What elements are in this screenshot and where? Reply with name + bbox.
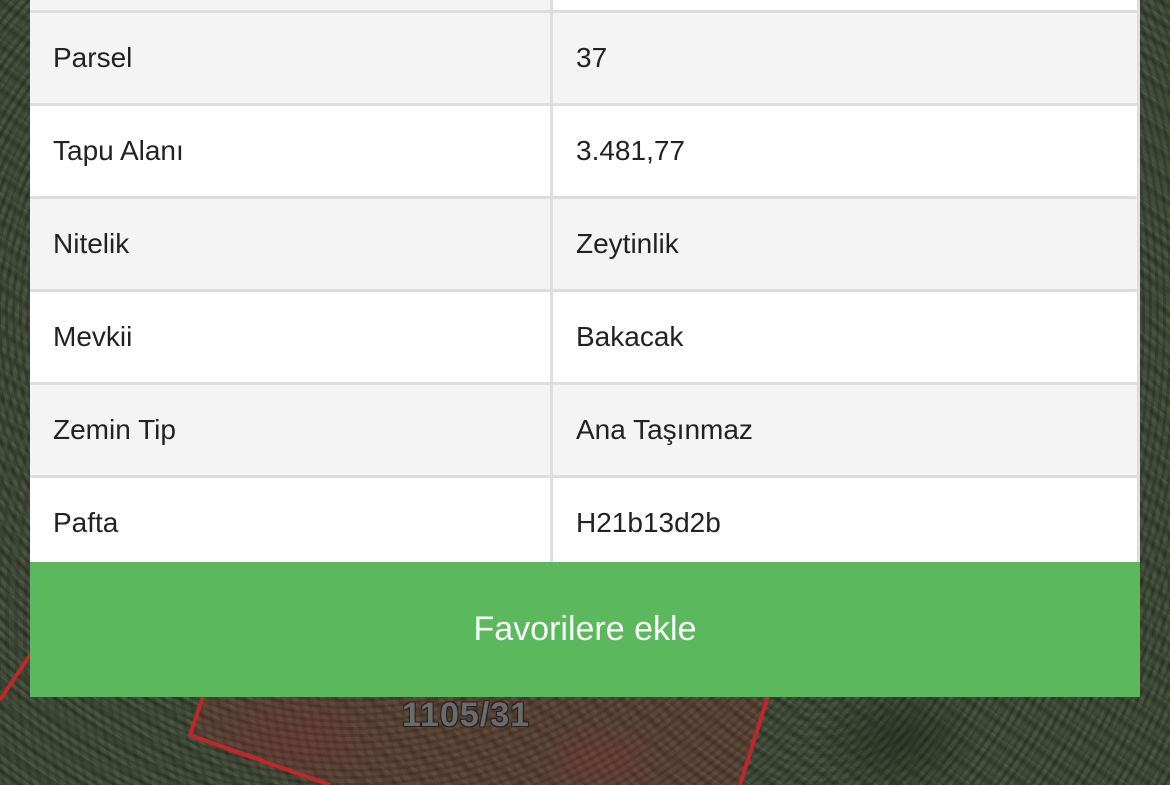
table-cell-value: 37: [553, 13, 1137, 103]
table-cell-key: Zemin Tip: [30, 385, 550, 475]
table-cell-key: Mevkii: [30, 292, 550, 382]
table-row-pafta: Pafta H21b13d2b: [30, 478, 1140, 568]
table-row-parsel: Parsel 37: [30, 13, 1140, 103]
table-row-stub: [30, 0, 1140, 10]
table-cell-key: Tapu Alanı: [30, 106, 550, 196]
table-row-nitelik: Nitelik Zeytinlik: [30, 199, 1140, 289]
table-cell-key: Nitelik: [30, 199, 550, 289]
add-to-favorites-button[interactable]: Favorilere ekle: [30, 562, 1140, 697]
table-cell-value: Zeytinlik: [553, 199, 1137, 289]
table-cell-value: 3.481,77: [553, 106, 1137, 196]
table-cell-key: [30, 0, 550, 10]
table-row-tapu-alani: Tapu Alanı 3.481,77: [30, 106, 1140, 196]
table-row-zemin-tip: Zemin Tip Ana Taşınmaz: [30, 385, 1140, 475]
table-cell-value: Bakacak: [553, 292, 1137, 382]
parcel-number-label: 1105/31: [402, 696, 531, 734]
table-cell-value: Ana Taşınmaz: [553, 385, 1137, 475]
table-cell-value: [553, 0, 1137, 10]
table-cell-value: H21b13d2b: [553, 478, 1137, 568]
table-cell-key: Parsel: [30, 13, 550, 103]
table-row-mevkii: Mevkii Bakacak: [30, 292, 1140, 382]
parcel-info-table: Parsel 37 Tapu Alanı 3.481,77 Nitelik Ze…: [30, 0, 1140, 571]
table-cell-key: Pafta: [30, 478, 550, 568]
